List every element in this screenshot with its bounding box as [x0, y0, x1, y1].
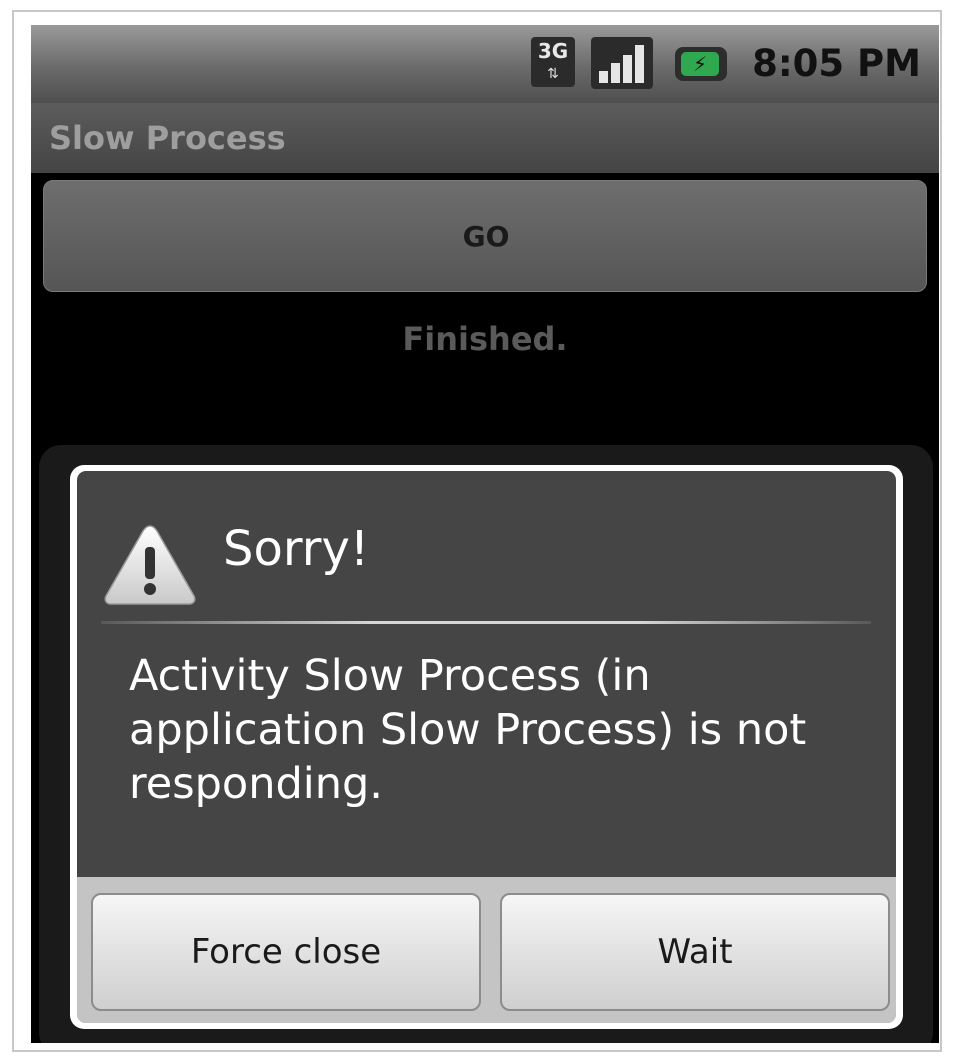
app-title-bar: Slow Process [31, 103, 939, 173]
status-text: Finished. [402, 320, 568, 358]
dialog-title: Sorry! [223, 521, 370, 577]
go-button-label: GO [462, 220, 510, 253]
phone-screen: 3G ⇅ ⚡ 8:05 PM Slow Process GO Finished. [31, 25, 939, 1043]
dialog-divider [101, 621, 871, 624]
app-title: Slow Process [49, 119, 286, 157]
force-close-label: Force close [190, 932, 382, 972]
dialog-header: Sorry! [77, 471, 896, 621]
dialog-body: Sorry! Activity Slow Process (in applica… [77, 471, 896, 1023]
charging-bolt-icon: ⚡ [692, 52, 708, 76]
3g-data-icon: 3G ⇅ [531, 37, 575, 87]
data-arrows-icon: ⇅ [547, 66, 559, 82]
dialog-message: Activity Slow Process (in application Sl… [129, 651, 807, 809]
network-type-label: 3G [537, 39, 569, 63]
dialog-button-bar: Force close Wait [77, 877, 896, 1023]
anr-dialog: Sorry! Activity Slow Process (in applica… [70, 465, 903, 1029]
wait-button[interactable]: Wait [500, 893, 890, 1011]
warning-icon [104, 525, 196, 605]
status-bar: 3G ⇅ ⚡ 8:05 PM [31, 25, 939, 103]
force-close-button[interactable]: Force close [91, 893, 481, 1011]
go-button[interactable]: GO [43, 180, 927, 292]
status-clock: 8:05 PM [752, 42, 921, 85]
signal-strength-icon [591, 37, 653, 89]
battery-charging-icon: ⚡ [669, 43, 731, 87]
wait-label: Wait [657, 932, 733, 972]
